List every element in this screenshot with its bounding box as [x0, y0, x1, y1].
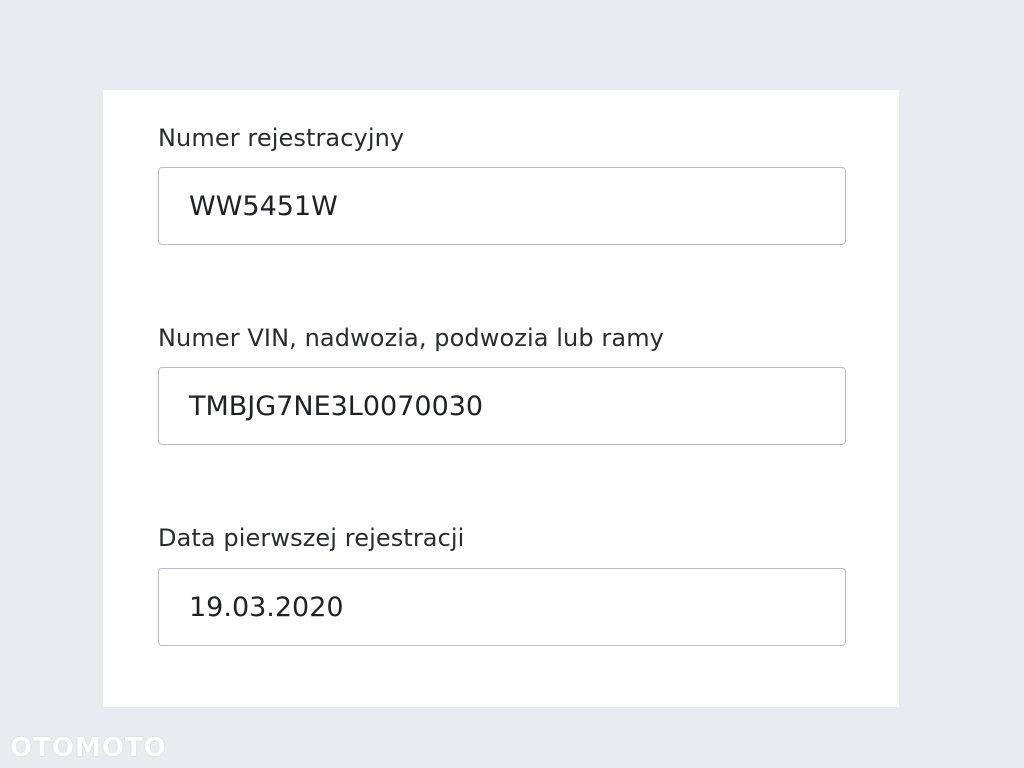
vehicle-details-card: Numer rejestracyjny Numer VIN, nadwozia,… [103, 90, 899, 707]
first-registration-date-field[interactable] [158, 568, 846, 646]
first-registration-date-label: Data pierwszej rejestracji [158, 524, 465, 552]
vin-field[interactable] [158, 367, 846, 445]
vin-label: Numer VIN, nadwozia, podwozia lub ramy [158, 324, 664, 352]
registration-number-label: Numer rejestracyjny [158, 124, 405, 152]
otomoto-watermark: OTOMOTO [10, 733, 167, 763]
page: Numer rejestracyjny Numer VIN, nadwozia,… [0, 0, 1024, 768]
registration-number-field[interactable] [158, 167, 846, 245]
